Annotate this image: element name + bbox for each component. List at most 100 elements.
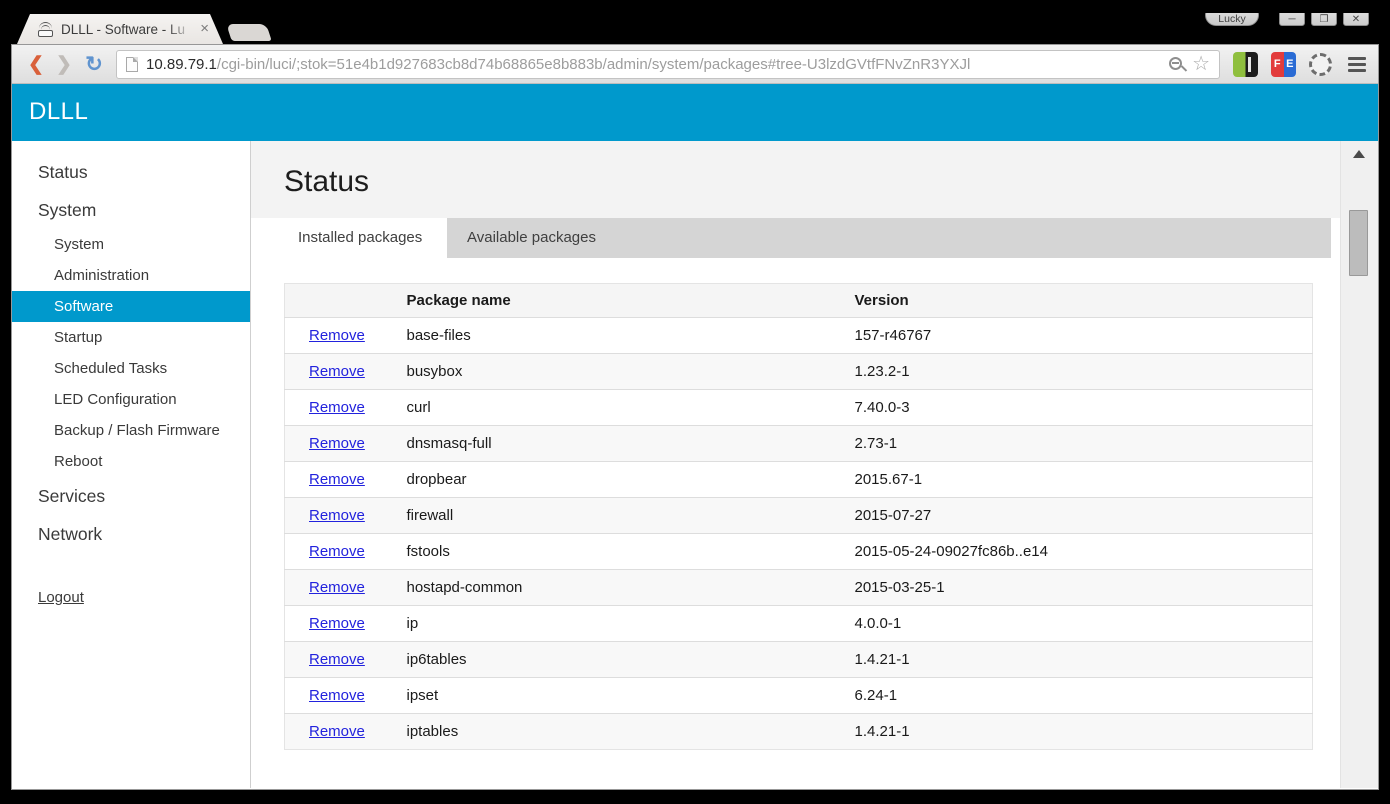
packages-table: Package name Version Remove base-files157… [284, 283, 1313, 750]
table-row: Remove busybox1.23.2-1 [285, 354, 1313, 390]
reload-button[interactable]: ↻ [78, 52, 110, 77]
browser-toolbar: ❮ ❯ ↻ 10.89.79.1/cgi-bin/luci/;stok=51e4… [12, 45, 1378, 84]
scrollbar-thumb[interactable] [1349, 210, 1368, 276]
sidebar-item-administration[interactable]: Administration [12, 260, 250, 291]
back-button[interactable]: ❮ [22, 53, 50, 76]
package-version-cell: 157-r46767 [845, 318, 1313, 354]
table-row: Remove ip4.0.0-1 [285, 606, 1313, 642]
action-column-header [285, 284, 397, 318]
package-version-cell: 2015-05-24-09027fc86b..e14 [845, 534, 1313, 570]
package-version-cell: 1.4.21-1 [845, 642, 1313, 678]
package-name-cell: curl [397, 390, 845, 426]
browser-tab-title: DLLL - Software - Lu [61, 22, 198, 37]
table-row: Remove base-files157-r46767 [285, 318, 1313, 354]
package-name-cell: ip [397, 606, 845, 642]
page-title: Status [284, 165, 1340, 199]
version-column-header: Version [845, 284, 1313, 318]
site-header: DLLL [12, 84, 1378, 141]
router-favicon-icon [37, 22, 55, 37]
package-version-cell: 2.73-1 [845, 426, 1313, 462]
profile-chip[interactable]: Lucky [1205, 13, 1259, 26]
page-body: StatusSystemSystemAdministrationSoftware… [12, 141, 1378, 788]
forward-button[interactable]: ❯ [50, 53, 78, 76]
package-version-cell: 2015-07-27 [845, 498, 1313, 534]
new-tab-button[interactable] [226, 24, 272, 41]
url-bar[interactable]: 10.89.79.1/cgi-bin/luci/;stok=51e4b1d927… [116, 50, 1220, 79]
table-row: Remove ip6tables1.4.21-1 [285, 642, 1313, 678]
remove-link[interactable]: Remove [309, 471, 365, 488]
table-row: Remove ipset6.24-1 [285, 678, 1313, 714]
zoom-out-icon[interactable] [1169, 57, 1182, 70]
package-name-cell: iptables [397, 714, 845, 750]
maximize-button[interactable]: ❐ [1311, 13, 1337, 26]
sidebar-item-services[interactable]: Services [12, 477, 250, 515]
page-icon [126, 57, 138, 72]
table-row: Remove fstools2015-05-24-09027fc86b..e14 [285, 534, 1313, 570]
main-content: Status Installed packages Available pack… [251, 141, 1340, 788]
logout-link[interactable]: Logout [38, 589, 84, 606]
fe-extension-icon[interactable]: FE [1271, 52, 1296, 77]
remove-link[interactable]: Remove [309, 435, 365, 452]
package-name-cell: hostapd-common [397, 570, 845, 606]
scroll-up-arrow-icon[interactable] [1353, 150, 1365, 158]
url-host: 10.89.79.1 [146, 56, 217, 73]
page-scrollbar[interactable] [1340, 141, 1378, 788]
package-version-cell: 7.40.0-3 [845, 390, 1313, 426]
url-text[interactable]: 10.89.79.1/cgi-bin/luci/;stok=51e4b1d927… [146, 56, 1163, 73]
sidebar-item-system[interactable]: System [12, 191, 250, 229]
minimize-button[interactable]: ─ [1279, 13, 1305, 26]
table-row: Removedropbear2015.67-1 [285, 462, 1313, 498]
table-header-row: Package name Version [285, 284, 1313, 318]
remove-link[interactable]: Remove [309, 579, 365, 596]
package-name-cell: firewall [397, 498, 845, 534]
brand-logo: DLLL [29, 98, 88, 125]
bookmark-star-icon[interactable]: ☆ [1192, 55, 1210, 73]
package-version-cell: 4.0.0-1 [845, 606, 1313, 642]
package-name-cell: ip6tables [397, 642, 845, 678]
adb-extension-icon[interactable] [1233, 52, 1258, 77]
shutter-extension-icon[interactable] [1309, 53, 1332, 76]
content-header: Status [251, 141, 1340, 218]
browser-menu-icon[interactable] [1348, 57, 1366, 72]
packages-table-body: Removebase-files157-r46767Removebusybox1… [285, 318, 1313, 750]
sidebar-item-software[interactable]: Software [12, 291, 250, 322]
sidebar-item-backup-flash-firmware[interactable]: Backup / Flash Firmware [12, 415, 250, 446]
packages-tabbar: Installed packages Available packages [284, 218, 1331, 258]
tab-installed-packages[interactable]: Installed packages [284, 218, 447, 258]
sidebar-item-scheduled-tasks[interactable]: Scheduled Tasks [12, 353, 250, 384]
remove-link[interactable]: Remove [309, 543, 365, 560]
remove-link[interactable]: Remove [309, 615, 365, 632]
remove-link[interactable]: Remove [309, 327, 365, 344]
remove-link[interactable]: Remove [309, 399, 365, 416]
package-name-cell: ipset [397, 678, 845, 714]
package-name-cell: base-files [397, 318, 845, 354]
desktop: DLLL - Software - Lu × Lucky ─ ❐ ✕ ❮ ❯ ↻… [0, 0, 1390, 804]
remove-link[interactable]: Remove [309, 507, 365, 524]
sidebar-item-reboot[interactable]: Reboot [12, 446, 250, 477]
sidebar-item-startup[interactable]: Startup [12, 322, 250, 353]
sidebar-item-led-configuration[interactable]: LED Configuration [12, 384, 250, 415]
table-row: Remove curl7.40.0-3 [285, 390, 1313, 426]
tab-available-packages[interactable]: Available packages [447, 218, 596, 258]
browser-tab[interactable]: DLLL - Software - Lu × [17, 14, 223, 44]
remove-link[interactable]: Remove [309, 363, 365, 380]
package-version-cell: 6.24-1 [845, 678, 1313, 714]
browser-window: ❮ ❯ ↻ 10.89.79.1/cgi-bin/luci/;stok=51e4… [11, 44, 1379, 790]
package-name-cell: fstools [397, 534, 845, 570]
table-row: Remove firewall2015-07-27 [285, 498, 1313, 534]
remove-link[interactable]: Remove [309, 723, 365, 740]
table-row: Removednsmasq-full2.73-1 [285, 426, 1313, 462]
sidebar-item-status[interactable]: Status [12, 153, 250, 191]
sidebar-item-network[interactable]: Network [12, 515, 250, 553]
package-version-cell: 1.4.21-1 [845, 714, 1313, 750]
table-row: Remove iptables1.4.21-1 [285, 714, 1313, 750]
package-name-cell: busybox [397, 354, 845, 390]
tab-close-icon[interactable]: × [200, 22, 209, 36]
remove-link[interactable]: Remove [309, 687, 365, 704]
package-version-cell: 2015-03-25-1 [845, 570, 1313, 606]
remove-link[interactable]: Remove [309, 651, 365, 668]
package-version-cell: 1.23.2-1 [845, 354, 1313, 390]
close-button[interactable]: ✕ [1343, 13, 1369, 26]
sidebar-item-system[interactable]: System [12, 229, 250, 260]
window-controls: Lucky ─ ❐ ✕ [1205, 13, 1369, 26]
